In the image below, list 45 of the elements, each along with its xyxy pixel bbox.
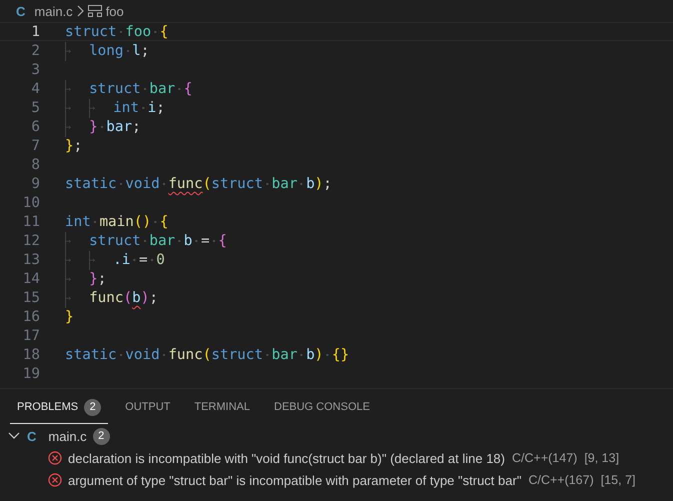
c-file-icon: C [27,428,36,444]
code-line: static void func(struct bar b); [65,175,332,192]
struct-icon [86,4,103,18]
panel-tab[interactable]: OUTPUT [118,393,178,421]
problem-message[interactable]: argument of type "struct bar" is incompatible with parameter of type "struct bar" [68,472,522,488]
line-number: 15 [22,289,40,306]
line-number: 19 [22,365,40,382]
line-number: 8 [30,156,40,173]
line-number: 1 [30,23,40,40]
line-number: 2 [30,42,40,59]
line-number: 7 [30,137,40,154]
code-line: }; [65,137,82,154]
panel-tab[interactable]: TERMINAL [187,393,257,421]
c-file-icon: C [16,4,26,18]
panel-tab[interactable]: DEBUG CONSOLE [267,393,377,421]
code-line: int main() { [65,213,168,230]
line-number: 10 [22,194,40,211]
error-icon [48,473,62,487]
line-number: 12 [22,232,40,249]
line-number: 4 [30,80,40,97]
line-number: 13 [22,251,40,268]
breadcrumb-file[interactable]: main.c [34,4,73,18]
line-number: 17 [22,327,40,344]
line-number: 5 [30,99,40,116]
chevron-right-icon [76,5,84,17]
code-line: struct foo { [65,23,168,40]
problem-count-badge: 2 [92,428,110,444]
problem-source: C/C++(147) [512,451,578,465]
line-number: 18 [22,346,40,363]
line-number: 16 [22,308,40,325]
code-line: } [65,308,74,325]
problem-message[interactable]: declaration is incompatible with "void func(struct bar b)" (declared at line 18) [68,450,505,466]
problem-location: [15, 7] [600,473,636,487]
panel-tab[interactable]: PROBLEMS 2 [10,390,108,424]
line-number: 11 [22,213,40,230]
line-number: 9 [30,175,40,192]
problem-source: C/C++(167) [528,473,594,487]
file-name: main.c [48,428,87,444]
line-number: 6 [30,118,40,135]
breadcrumb-symbol[interactable]: foo [106,4,124,18]
error-icon [48,451,62,465]
code-line: static void func(struct bar b) {} [65,346,350,363]
problem-location: [9, 13] [584,451,620,465]
line-number: 14 [22,270,40,287]
line-number: 3 [30,61,40,78]
